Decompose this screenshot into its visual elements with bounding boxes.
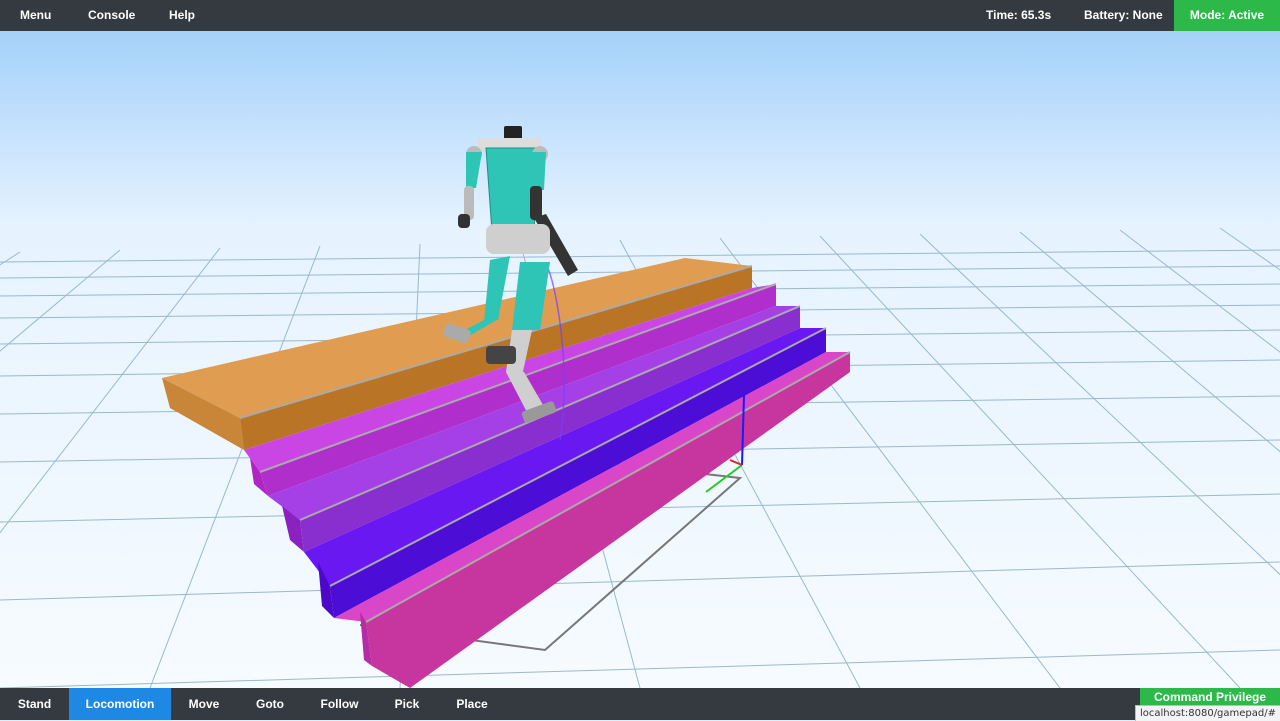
follow-button[interactable]: Follow	[303, 688, 376, 720]
help-button[interactable]: Help	[169, 0, 195, 31]
scene-canvas	[0, 31, 1280, 689]
time-readout: Time: 65.3s	[986, 8, 1052, 22]
menu-button[interactable]: Menu	[20, 0, 51, 31]
locomotion-button[interactable]: Locomotion	[69, 688, 171, 720]
browser-status-url: localhost:8080/gamepad/#	[1134, 705, 1280, 721]
console-button[interactable]: Console	[88, 0, 135, 31]
place-button[interactable]: Place	[438, 688, 506, 720]
3d-viewport[interactable]	[0, 31, 1280, 689]
bottom-control-bar: Stand Locomotion Move Goto Follow Pick P…	[0, 688, 1280, 720]
stand-button[interactable]: Stand	[0, 688, 69, 720]
command-privilege-label: Command Privilege	[1153, 690, 1267, 704]
top-menu-bar: Menu Console Help Time: 65.3s Battery: N…	[0, 0, 1280, 31]
pick-button[interactable]: Pick	[376, 688, 438, 720]
mode-status-badge: Mode: Active	[1174, 0, 1280, 31]
goto-button[interactable]: Goto	[237, 688, 303, 720]
move-button[interactable]: Move	[171, 688, 237, 720]
battery-readout: Battery: None	[1084, 8, 1163, 22]
